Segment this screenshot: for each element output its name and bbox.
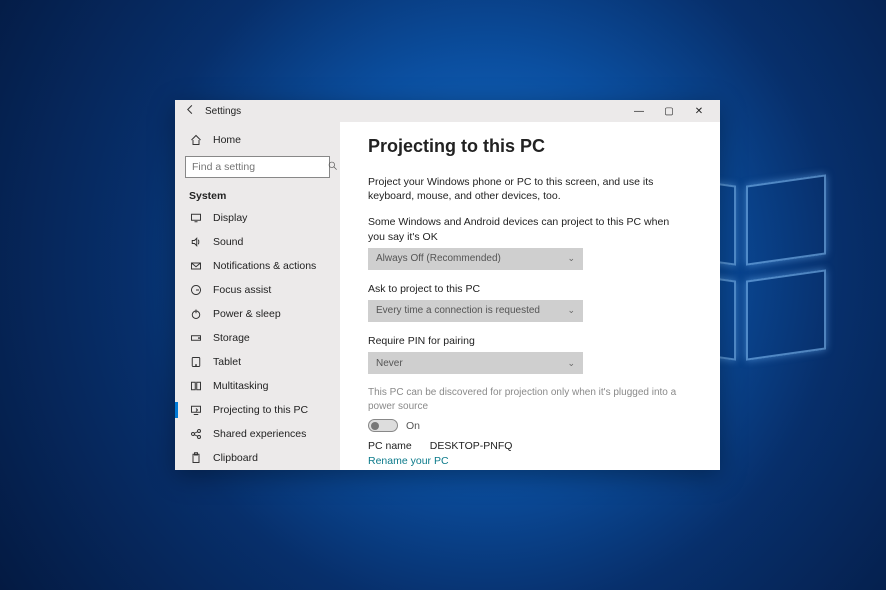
sidebar-home-label: Home — [213, 134, 241, 146]
sidebar-item-storage[interactable]: Storage — [175, 326, 340, 350]
sidebar-item-label: Clipboard — [213, 452, 258, 464]
page-heading: Projecting to this PC — [368, 136, 700, 157]
sidebar-item-label: Tablet — [213, 356, 241, 368]
sidebar-item-label: Multitasking — [213, 380, 268, 392]
sidebar-item-label: Projecting to this PC — [213, 404, 308, 416]
shared-icon — [189, 428, 203, 440]
sidebar-item-label: Storage — [213, 332, 250, 344]
dropdown-value: Every time a connection is requested — [376, 305, 540, 316]
sidebar: Home System Display Sound Notifications … — [175, 122, 340, 470]
rename-pc-link[interactable]: Rename your PC — [368, 455, 700, 467]
sidebar-item-power[interactable]: Power & sleep — [175, 302, 340, 326]
sidebar-item-label: Power & sleep — [213, 308, 281, 320]
dropdown-value: Never — [376, 358, 403, 369]
page-intro: Project your Windows phone or PC to this… — [368, 175, 688, 203]
sidebar-item-label: Shared experiences — [213, 428, 306, 440]
settings-window: Settings — ▢ ✕ Home System Display — [175, 100, 720, 470]
setting1-dropdown[interactable]: Always Off (Recommended) ⌄ — [368, 248, 583, 270]
setting2-label: Ask to project to this PC — [368, 282, 688, 296]
storage-icon — [189, 332, 203, 344]
focus-icon — [189, 284, 203, 296]
back-button[interactable] — [181, 104, 199, 118]
setting2-dropdown[interactable]: Every time a connection is requested ⌄ — [368, 300, 583, 322]
sidebar-item-projecting[interactable]: Projecting to this PC — [175, 398, 340, 422]
display-icon — [189, 212, 203, 224]
sidebar-item-shared[interactable]: Shared experiences — [175, 422, 340, 446]
minimize-button[interactable]: — — [624, 106, 654, 117]
window-title: Settings — [205, 106, 241, 117]
sidebar-item-focus[interactable]: Focus assist — [175, 278, 340, 302]
chevron-down-icon: ⌄ — [567, 305, 575, 316]
project-icon — [189, 404, 203, 416]
search-icon — [327, 160, 338, 174]
setting3-dropdown[interactable]: Never ⌄ — [368, 352, 583, 374]
sidebar-section: System — [175, 186, 340, 206]
sidebar-item-label: Sound — [213, 236, 243, 248]
discoverable-toggle[interactable] — [368, 419, 398, 432]
pcname-label: PC name — [368, 440, 412, 452]
power-icon — [189, 308, 203, 320]
setting3-label: Require PIN for pairing — [368, 334, 688, 348]
dropdown-value: Always Off (Recommended) — [376, 253, 501, 264]
close-button[interactable]: ✕ — [684, 106, 714, 117]
sidebar-home[interactable]: Home — [175, 128, 340, 152]
chevron-down-icon: ⌄ — [567, 253, 575, 264]
clipboard-icon — [189, 452, 203, 464]
search-input[interactable] — [192, 161, 327, 173]
content-pane: Projecting to this PC Project your Windo… — [340, 122, 720, 470]
maximize-button[interactable]: ▢ — [654, 106, 684, 117]
sidebar-item-multitasking[interactable]: Multitasking — [175, 374, 340, 398]
sidebar-item-label: Display — [213, 212, 247, 224]
home-icon — [189, 134, 203, 146]
power-note: This PC can be discovered for projection… — [368, 386, 688, 413]
sidebar-item-display[interactable]: Display — [175, 206, 340, 230]
sound-icon — [189, 236, 203, 248]
notify-icon — [189, 260, 203, 272]
toggle-state: On — [406, 420, 420, 432]
setting1-label: Some Windows and Android devices can pro… — [368, 215, 688, 243]
pcname-value: DESKTOP-PNFQ — [430, 440, 513, 452]
search-box[interactable] — [185, 156, 330, 178]
sidebar-item-tablet[interactable]: Tablet — [175, 350, 340, 374]
chevron-down-icon: ⌄ — [567, 358, 575, 369]
sidebar-item-sound[interactable]: Sound — [175, 230, 340, 254]
multitask-icon — [189, 380, 203, 392]
tablet-icon — [189, 356, 203, 368]
sidebar-item-clipboard[interactable]: Clipboard — [175, 446, 340, 470]
titlebar: Settings — ▢ ✕ — [175, 100, 720, 122]
sidebar-item-label: Notifications & actions — [213, 260, 316, 272]
sidebar-item-label: Focus assist — [213, 284, 271, 296]
sidebar-item-notifications[interactable]: Notifications & actions — [175, 254, 340, 278]
